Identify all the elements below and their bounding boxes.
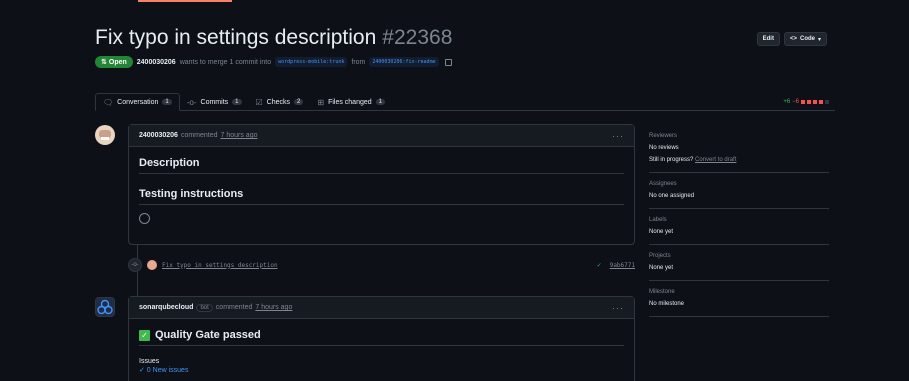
- diff-square: [801, 99, 805, 104]
- tab-count: 2: [294, 99, 304, 105]
- kebab-menu-icon[interactable]: ···: [612, 303, 624, 313]
- milestone-section: Milestone No milestone: [649, 281, 829, 317]
- still-in-progress: Still in progress?: [649, 157, 694, 163]
- top-tab-indicator: [138, 0, 232, 2]
- tab-label: Files changed: [328, 98, 372, 106]
- status-badge: ⇅ Open: [95, 56, 133, 68]
- assignees-title[interactable]: Assignees: [649, 181, 829, 187]
- sonarqube-avatar[interactable]: [95, 297, 115, 317]
- head-branch[interactable]: 2400030206:fix-readme: [369, 57, 439, 67]
- diff-square: [813, 99, 817, 104]
- commit-icon: -o-: [186, 97, 197, 107]
- labels-value: None yet: [649, 229, 674, 235]
- smiley-icon[interactable]: [139, 213, 150, 224]
- divider: [139, 345, 624, 346]
- tab-label: Checks: [266, 98, 291, 106]
- pr-author[interactable]: 2400030206: [137, 59, 176, 66]
- tab-count: 1: [162, 99, 172, 105]
- edit-button[interactable]: Edit: [756, 32, 780, 46]
- milestone-title[interactable]: Milestone: [649, 289, 829, 295]
- projects-section: Projects None yet: [649, 245, 829, 281]
- pr-tabs: 🗨 Conversation 1 -o- Commits 1 ☑ Checks …: [95, 93, 835, 111]
- tab-label: Commits: [200, 98, 229, 106]
- assignees-section: Assignees No one assigned: [649, 173, 829, 209]
- base-branch[interactable]: wordpress-mobile:trunk: [275, 57, 348, 67]
- state-label: Open: [108, 58, 127, 66]
- commit-sha-link[interactable]: 9ab6771: [610, 262, 635, 269]
- pr-sidebar: Reviewers No reviews Still in progress? …: [649, 125, 829, 317]
- tab-count: 1: [375, 99, 385, 105]
- milestone-value: No milestone: [649, 301, 685, 307]
- quality-gate-text: Quality Gate passed: [155, 329, 261, 341]
- bot-badge: bot: [196, 303, 213, 312]
- sonarqube-logo-icon: [97, 299, 113, 315]
- avatar[interactable]: [95, 125, 115, 145]
- comment-action: commented: [180, 132, 218, 139]
- deletions-count: −6: [792, 98, 799, 105]
- reviewers-value: No reviews: [649, 145, 679, 151]
- reviewers-title[interactable]: Reviewers: [649, 133, 829, 139]
- section-heading: Description: [139, 157, 200, 169]
- code-button[interactable]: <> Code ▾: [783, 32, 827, 46]
- comment-header: sonarqubecloud bot commented 7 hours ago…: [129, 297, 634, 319]
- additions-count: +6: [783, 98, 791, 105]
- projects-value: None yet: [649, 265, 674, 271]
- pr-number: #22368: [382, 26, 453, 49]
- tab-checks[interactable]: ☑ Checks 2: [249, 93, 311, 111]
- reviewers-section: Reviewers No reviews Still in progress? …: [649, 125, 829, 173]
- comment-time[interactable]: 7 hours ago: [255, 304, 292, 311]
- pr-title: Fix typo in settings description: [95, 26, 377, 49]
- edit-label: Edit: [762, 36, 774, 42]
- comment-action: commented: [215, 304, 253, 311]
- pr-header: Fix typo in settings description #22368 …: [95, 26, 835, 68]
- check-icon: ✓: [596, 262, 602, 269]
- comment-author[interactable]: sonarqubecloud: [139, 304, 193, 311]
- code-label: Code: [799, 36, 815, 42]
- assignees-value: No one assigned: [649, 193, 695, 199]
- comment-card: sonarqubecloud bot commented 7 hours ago…: [128, 296, 635, 381]
- check-box-icon: ✓: [139, 329, 150, 341]
- labels-title[interactable]: Labels: [649, 217, 829, 223]
- pull-request-icon: ⇅: [101, 59, 107, 66]
- diffstat: +6 −6: [783, 93, 835, 110]
- comment-icon: 🗨: [103, 97, 114, 107]
- commit-message-link[interactable]: Fix typo in settings description: [162, 262, 278, 269]
- commit-event: -o- Fix typo in settings description ✓ 9…: [128, 258, 635, 272]
- comment-card: 2400030206 commented 7 hours ago ··· Des…: [128, 124, 635, 245]
- chevron-down-icon: ▾: [817, 36, 821, 43]
- tab-files-changed[interactable]: ⊞ Files changed 1: [310, 93, 392, 111]
- avatar[interactable]: [147, 260, 157, 270]
- kebab-menu-icon[interactable]: ···: [612, 131, 624, 141]
- tab-label: Conversation: [117, 98, 159, 106]
- convert-to-draft-link[interactable]: Convert to draft: [695, 157, 736, 163]
- comment-header: 2400030206 commented 7 hours ago ···: [129, 125, 634, 147]
- code-icon: <>: [789, 36, 797, 42]
- tab-count: 1: [232, 99, 242, 105]
- comment-time[interactable]: 7 hours ago: [221, 132, 258, 139]
- file-diff-icon: ⊞: [317, 97, 325, 107]
- merge-text: wants to merge 1 commit into: [179, 58, 272, 66]
- diff-square: [819, 99, 823, 104]
- quality-gate-heading: ✓ Quality Gate passed: [129, 329, 634, 341]
- commit-icon: -o-: [128, 258, 142, 272]
- new-issues-link[interactable]: ✓ 0 New issues: [129, 366, 634, 374]
- copy-icon[interactable]: [444, 58, 452, 66]
- projects-title[interactable]: Projects: [649, 253, 829, 259]
- issues-label: Issues: [139, 358, 160, 365]
- comment-author[interactable]: 2400030206: [139, 132, 178, 139]
- diff-square: [807, 99, 811, 104]
- checklist-icon: ☑: [255, 97, 263, 107]
- diff-square: [825, 99, 829, 104]
- tab-conversation[interactable]: 🗨 Conversation 1: [95, 93, 180, 111]
- section-heading: Testing instructions: [139, 188, 244, 200]
- labels-section: Labels None yet: [649, 209, 829, 245]
- from-text: from: [351, 58, 366, 66]
- tab-commits[interactable]: -o- Commits 1: [180, 93, 249, 111]
